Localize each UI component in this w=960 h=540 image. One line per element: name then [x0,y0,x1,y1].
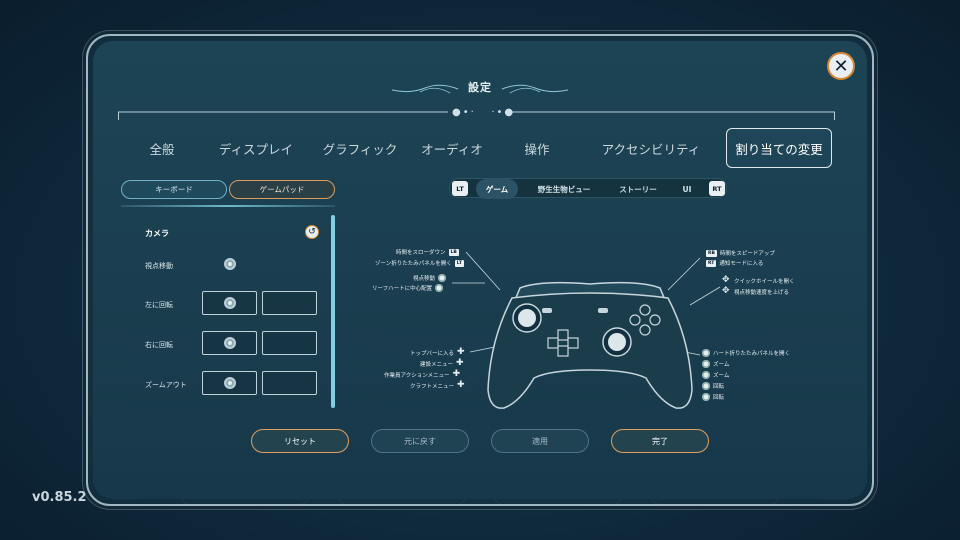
rt-button-icon: RT [706,259,717,267]
callout-right: ✥ クイックホイールを開く [722,276,795,285]
left-stick-icon [435,284,444,292]
callout-left: ゾーン折りたたみパネルを開く LT [375,259,464,267]
callout-right: ✥ 視点移動速度を上げる [722,287,789,296]
dpad-icon: ✚ [457,380,465,390]
callout-text: クイックホイールを開く [734,278,795,285]
callout-right: 回転 [702,393,724,401]
callout-right: RT 通知モードに入る [706,259,763,267]
reset-button[interactable]: リセット [251,429,349,453]
callout-left: クラフトメニュー ✚ [410,381,466,390]
callout-text: 視点移動 [413,276,436,282]
callout-right: ハート折りたたみパネルを開く [702,349,790,357]
callout-text: クラフトメニュー [410,383,455,390]
callout-left: 作業員アクションメニュー ✚ [384,370,462,379]
right-stick-icon [702,349,710,357]
done-button[interactable]: 完了 [611,429,709,453]
callout-text: 回転 [713,395,725,401]
right-stick-icon [702,360,710,368]
rb-button-icon: RB [706,249,717,257]
undo-button[interactable]: 元に戻す [371,429,469,453]
right-stick-icon [702,371,710,379]
lt-button-icon: LT [454,259,464,267]
callout-text: リーフハートに中心配置 [372,286,433,292]
callout-text: 作業員アクションメニュー [384,372,450,379]
controller-diagram [487,281,693,409]
callout-text: 視点移動速度を上げる [734,289,790,296]
callout-text: トップバーに入る [410,350,455,357]
callout-text: 回転 [713,384,725,390]
callout-text: 時間をスローダウン [396,250,446,256]
dpad-icon: ✚ [456,358,464,368]
apply-button[interactable]: 適用 [491,429,589,453]
callout-right: ズーム [702,371,729,379]
callout-left: 建設メニュー ✚ [420,359,465,368]
callout-left: リーフハートに中心配置 [372,284,444,292]
callout-left: 視点移動 [413,274,447,282]
callout-left: トップバーに入る ✚ [410,348,466,357]
callout-text: 建設メニュー [420,361,454,368]
right-stick-icon [702,382,710,390]
face-buttons-icon: ✥ [722,286,730,296]
callout-right: RB 時間をスピードアップ [706,249,775,257]
callout-text: ハート折りたたみパネルを開く [713,351,791,357]
right-stick-icon [702,393,710,401]
face-buttons-icon: ✥ [722,275,730,285]
left-stick-icon [438,274,447,282]
callout-text: ズーム [713,373,730,379]
dpad-icon: ✚ [457,347,465,357]
callout-right: ズーム [702,360,729,368]
callout-text: 時間をスピードアップ [719,251,775,257]
callout-text: ゾーン折りたたみパネルを開く [375,261,452,267]
lb-button-icon: LB [448,248,459,256]
dpad-icon: ✚ [452,369,461,379]
callout-text: ズーム [713,362,730,368]
callout-left: 時間をスローダウン LB [396,248,459,256]
callout-text: 通知モードに入る [719,261,764,267]
callout-right: 回転 [702,382,724,390]
